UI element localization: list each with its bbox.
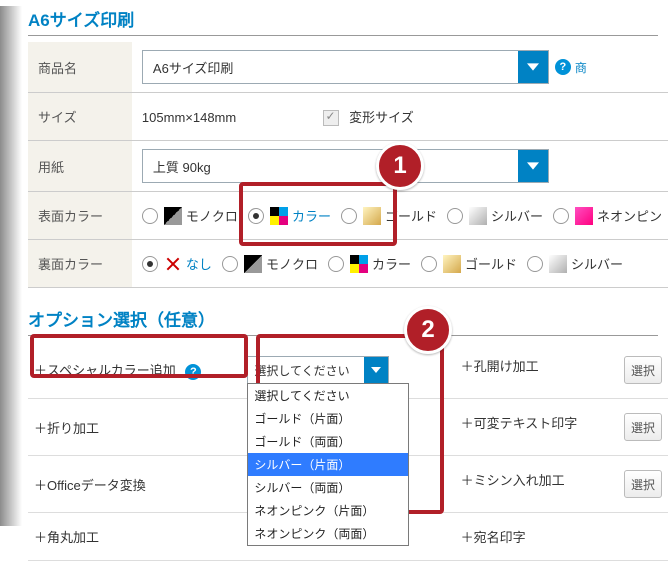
paper-select-arrow[interactable] xyxy=(518,150,548,182)
front-color-row: モノクロ カラー ゴールド シルバー ネオンピン xyxy=(142,206,662,225)
radio-back-mono[interactable]: モノクロ xyxy=(222,254,318,273)
help-product-text: 商 xyxy=(575,59,587,76)
options-table: ＋スペシャルカラー追加 ? 選択してください 選択してくださいゴールド（片面）ゴ… xyxy=(28,342,668,561)
dropdown-current: 選択してください xyxy=(248,362,364,379)
btn-select-sewing[interactable]: 選択 xyxy=(624,470,662,498)
help-icon[interactable]: ? xyxy=(185,364,201,380)
chevron-down-icon xyxy=(371,365,381,375)
opt-sewing: ＋ミシン入れ加工 xyxy=(461,473,565,488)
mono-icon xyxy=(244,255,262,273)
radio-front-gold[interactable]: ゴールド xyxy=(341,206,437,225)
radio-front-mono[interactable]: モノクロ xyxy=(142,206,238,225)
product-select[interactable]: A6サイズ印刷 xyxy=(142,50,549,84)
label-variant-size: 変形サイズ xyxy=(349,110,414,125)
chevron-down-icon xyxy=(527,160,539,172)
radio-back-gold[interactable]: ゴールド xyxy=(421,254,517,273)
dropdown-option[interactable]: ネオンピンク（両面） xyxy=(248,522,408,545)
checkbox-variant-size[interactable] xyxy=(323,110,339,126)
radio-front-neon[interactable]: ネオンピン xyxy=(553,206,662,225)
label-front-color: 表面カラー xyxy=(28,192,132,240)
gold-icon xyxy=(443,255,461,273)
color-icon xyxy=(350,255,368,273)
special-color-dropdown[interactable]: 選択してください 選択してくださいゴールド（片面）ゴールド（両面）シルバー（片面… xyxy=(247,356,389,384)
none-icon xyxy=(164,255,182,273)
radio-front-silver[interactable]: シルバー xyxy=(447,206,543,225)
dropdown-arrow[interactable] xyxy=(364,357,388,383)
options-title: オプション選択（任意） xyxy=(28,306,658,336)
dropdown-option[interactable]: ゴールド（両面） xyxy=(248,430,408,453)
config-table: 商品名 A6サイズ印刷 ? 商 サイズ 105mm×148mm xyxy=(28,42,668,288)
chevron-down-icon xyxy=(527,61,539,73)
dropdown-option[interactable]: ネオンピンク（片面） xyxy=(248,499,408,522)
page-title: A6サイズ印刷 xyxy=(28,6,658,36)
dropdown-option[interactable]: 選択してください xyxy=(248,384,408,407)
opt-variable-text: ＋可変テキスト印字 xyxy=(461,416,578,431)
product-select-arrow[interactable] xyxy=(518,51,548,83)
dropdown-list[interactable]: 選択してくださいゴールド（片面）ゴールド（両面）シルバー（片面）シルバー（両面）… xyxy=(247,383,409,546)
paper-select[interactable]: 上質 90kg xyxy=(142,149,549,183)
label-size: サイズ xyxy=(28,93,132,141)
btn-select-hole[interactable]: 選択 xyxy=(624,356,662,384)
btn-select-vartext[interactable]: 選択 xyxy=(624,413,662,441)
label-back-color: 裏面カラー xyxy=(28,240,132,288)
radio-back-color[interactable]: カラー xyxy=(328,254,411,273)
opt-round: ＋角丸加工 xyxy=(34,530,99,545)
help-icon[interactable]: ? xyxy=(555,59,571,75)
size-value: 105mm×148mm xyxy=(142,110,236,125)
paper-select-text: 上質 90kg xyxy=(143,157,518,176)
dropdown-option[interactable]: シルバー（両面） xyxy=(248,476,408,499)
gold-icon xyxy=(363,207,381,225)
dropdown-option[interactable]: シルバー（片面） xyxy=(248,453,408,476)
radio-front-color[interactable]: カラー xyxy=(248,206,331,225)
opt-addr: ＋宛名印字 xyxy=(461,530,526,545)
opt-office: ＋Officeデータ変換 xyxy=(34,478,146,493)
mono-icon xyxy=(164,207,182,225)
label-product: 商品名 xyxy=(28,42,132,93)
product-select-text: A6サイズ印刷 xyxy=(143,58,518,77)
dropdown-option[interactable]: ゴールド（片面） xyxy=(248,407,408,430)
back-color-row: なし モノクロ カラー ゴールド シルバー xyxy=(142,254,662,273)
opt-special-color: ＋スペシャルカラー追加 xyxy=(34,363,176,378)
silver-icon xyxy=(549,255,567,273)
opt-fold: ＋折り加工 xyxy=(34,421,99,436)
neon-icon xyxy=(575,207,593,225)
opt-hole: ＋孔開け加工 xyxy=(461,359,539,374)
silver-icon xyxy=(469,207,487,225)
label-paper: 用紙 xyxy=(28,141,132,192)
color-icon xyxy=(270,207,288,225)
radio-back-none[interactable]: なし xyxy=(142,254,212,273)
radio-back-silver[interactable]: シルバー xyxy=(527,254,623,273)
